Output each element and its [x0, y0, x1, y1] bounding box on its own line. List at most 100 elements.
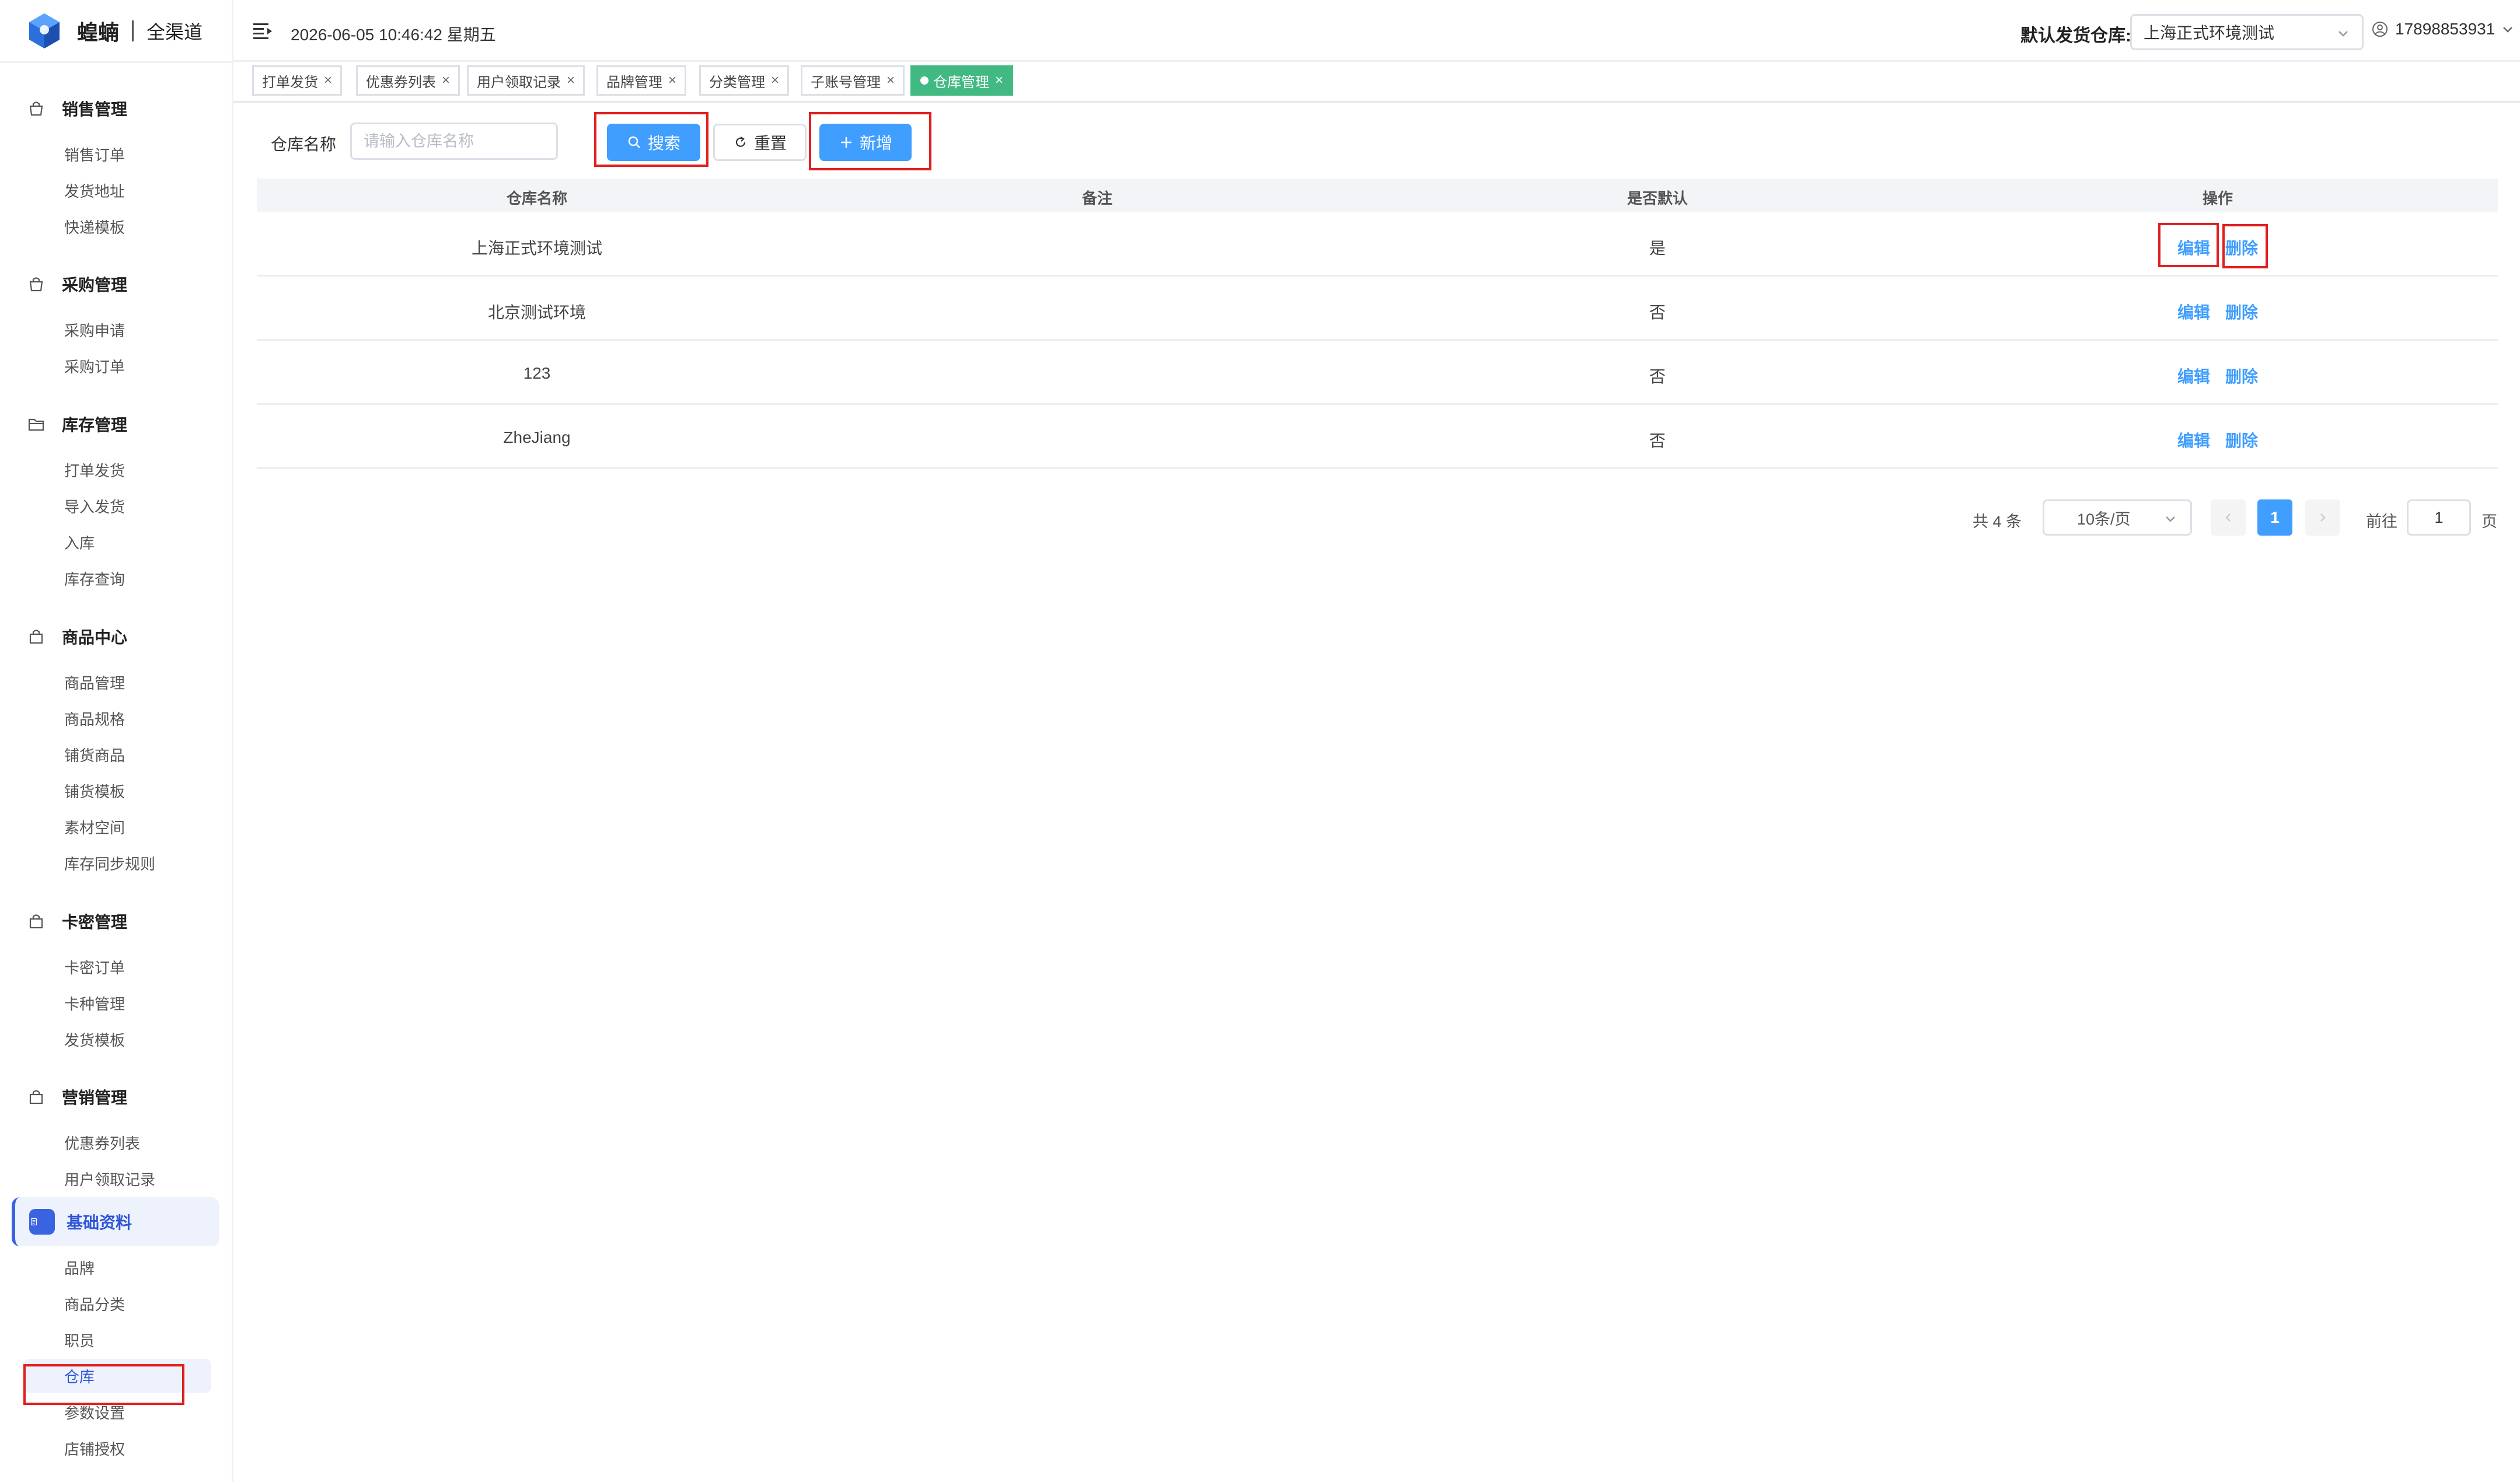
- sidebar-item-7-3[interactable]: 职员: [0, 1323, 233, 1357]
- sidebar-item-1-3[interactable]: 快递模板: [0, 209, 233, 243]
- delete-link[interactable]: 删除: [2225, 236, 2258, 259]
- search-button[interactable]: 搜索: [607, 124, 700, 161]
- column-header-remark: 备注: [1081, 190, 1112, 207]
- sidebar-group-label: 基础资料: [67, 1214, 132, 1232]
- sidebar-group-3[interactable]: 库存管理: [0, 407, 233, 442]
- user-phone: 17898853931: [2395, 20, 2495, 38]
- add-button[interactable]: 新增: [819, 124, 912, 161]
- cell-actions: 编辑 删除: [1938, 428, 2498, 452]
- sidebar-group-4[interactable]: 商品中心: [0, 619, 233, 654]
- default-warehouse-select[interactable]: 上海正式环境测试: [2130, 14, 2364, 50]
- sidebar-item-label: 库存同步规则: [64, 855, 156, 873]
- app-name: 蝗蝻: [77, 20, 120, 44]
- sidebar-item-6-2[interactable]: 用户领取记录: [0, 1162, 233, 1196]
- tab-7[interactable]: 仓库管理 ×: [910, 65, 1014, 96]
- bag-icon: [29, 1090, 43, 1104]
- close-icon[interactable]: ×: [771, 72, 779, 89]
- sidebar-group-label: 销售管理: [62, 100, 128, 118]
- sidebar-item-4-4[interactable]: 铺货模板: [0, 774, 233, 808]
- sidebar-item-5-3[interactable]: 发货模板: [0, 1022, 233, 1056]
- menu-toggle-icon[interactable]: [253, 22, 273, 40]
- close-icon[interactable]: ×: [668, 72, 676, 89]
- tab-label: 打单发货: [262, 74, 318, 90]
- warehouse-name-input[interactable]: [350, 123, 558, 160]
- sidebar-item-3-3[interactable]: 入库: [0, 525, 233, 559]
- sidebar-item-2-2[interactable]: 采购订单: [0, 349, 233, 383]
- sidebar-item-7-2[interactable]: 商品分类: [0, 1287, 233, 1320]
- sidebar-item-5-1[interactable]: 卡密订单: [0, 950, 233, 984]
- add-button-label: 新增: [859, 134, 892, 152]
- cell-actions: 编辑 删除: [1938, 300, 2498, 323]
- sidebar-item-7-1[interactable]: 品牌: [0, 1250, 233, 1284]
- logo-icon: [29, 13, 60, 48]
- delete-link[interactable]: 删除: [2225, 428, 2258, 452]
- search-button-label: 搜索: [647, 134, 680, 152]
- sidebar-item-6-1[interactable]: 优惠券列表: [0, 1126, 233, 1159]
- chevron-down-icon: [2166, 516, 2175, 522]
- user-menu[interactable]: 17898853931: [2372, 20, 2520, 39]
- tab-5[interactable]: 分类管理 ×: [699, 65, 790, 96]
- sidebar-item-5-2[interactable]: 卡种管理: [0, 986, 233, 1020]
- sidebar-item-label: 卡密订单: [64, 959, 125, 977]
- sidebar-group-1[interactable]: 销售管理: [0, 91, 233, 126]
- sidebar-group-2[interactable]: 采购管理: [0, 267, 233, 302]
- sidebar-group-7[interactable]: 基础资料: [12, 1197, 219, 1246]
- sidebar-item-1-2[interactable]: 发货地址: [0, 173, 233, 207]
- sidebar-group-label: 营销管理: [62, 1089, 128, 1107]
- sidebar-item-4-5[interactable]: 素材空间: [0, 810, 233, 844]
- sidebar-group-5[interactable]: 卡密管理: [0, 904, 233, 939]
- edit-link[interactable]: 编辑: [2177, 300, 2210, 323]
- sidebar-item-label: 商品管理: [64, 674, 125, 692]
- sidebar-item-3-1[interactable]: 打单发货: [0, 453, 233, 487]
- sidebar-item-4-3[interactable]: 铺货商品: [0, 737, 233, 771]
- sidebar-item-4-6[interactable]: 库存同步规则: [0, 846, 233, 880]
- sidebar-item-3-2[interactable]: 导入发货: [0, 489, 233, 523]
- sidebar-item-3-4[interactable]: 库存查询: [0, 561, 233, 595]
- cell-warehouse-name: ZheJiang: [503, 428, 571, 446]
- folder-icon: [28, 418, 44, 431]
- close-icon[interactable]: ×: [442, 72, 450, 89]
- sidebar-item-1-1[interactable]: 销售订单: [0, 137, 233, 171]
- sidebar-item-7-5[interactable]: 参数设置: [0, 1395, 233, 1429]
- table-row: ZheJiang 否 编辑 删除: [257, 405, 2498, 469]
- cell-warehouse-name: 北京测试环境: [487, 303, 586, 321]
- sidebar-item-label: 参数设置: [64, 1404, 125, 1422]
- reset-button-label: 重置: [753, 134, 787, 152]
- page-suffix: 页: [2481, 513, 2497, 530]
- bag-icon: [29, 630, 43, 644]
- page-size-select[interactable]: 10条/页: [2043, 499, 2192, 536]
- tab-6[interactable]: 子账号管理 ×: [801, 65, 905, 96]
- sidebar-group-6[interactable]: 营销管理: [0, 1079, 233, 1114]
- page-number-button[interactable]: 1: [2257, 499, 2292, 536]
- pagination-total: 共 4 条: [1973, 513, 2022, 530]
- tab-2[interactable]: 优惠券列表 ×: [356, 65, 460, 96]
- tab-1[interactable]: 打单发货 ×: [252, 65, 343, 96]
- sidebar-item-7-4[interactable]: 仓库: [23, 1359, 211, 1393]
- delete-link[interactable]: 删除: [2225, 300, 2258, 323]
- sidebar-item-4-2[interactable]: 商品规格: [0, 701, 233, 735]
- sidebar-item-label: 商品分类: [64, 1295, 125, 1313]
- prev-page-button[interactable]: [2211, 499, 2246, 536]
- tab-label: 用户领取记录: [477, 74, 561, 90]
- sidebar-item-7-6[interactable]: 店铺授权: [0, 1431, 233, 1465]
- sidebar-item-label: 发货模板: [64, 1031, 125, 1049]
- sidebar-item-label: 店铺授权: [64, 1440, 125, 1458]
- tab-4[interactable]: 品牌管理 ×: [596, 65, 687, 96]
- edit-link[interactable]: 编辑: [2177, 428, 2210, 452]
- delete-link[interactable]: 删除: [2225, 364, 2258, 387]
- tab-label: 子账号管理: [811, 74, 881, 90]
- close-icon[interactable]: ×: [995, 72, 1003, 89]
- sidebar-item-2-1[interactable]: 采购申请: [0, 313, 233, 347]
- sidebar-item-4-1[interactable]: 商品管理: [0, 665, 233, 699]
- cell-actions: 编辑 删除: [1938, 236, 2498, 259]
- close-icon[interactable]: ×: [567, 72, 575, 89]
- goto-page-input[interactable]: [2407, 499, 2471, 536]
- reset-button[interactable]: 重置: [713, 124, 807, 161]
- edit-link[interactable]: 编辑: [2177, 236, 2210, 259]
- edit-link[interactable]: 编辑: [2177, 364, 2210, 387]
- cell-actions: 编辑 删除: [1938, 364, 2498, 387]
- tab-3[interactable]: 用户领取记录 ×: [467, 65, 585, 96]
- close-icon[interactable]: ×: [324, 72, 332, 89]
- next-page-button[interactable]: [2305, 499, 2340, 536]
- close-icon[interactable]: ×: [886, 72, 895, 89]
